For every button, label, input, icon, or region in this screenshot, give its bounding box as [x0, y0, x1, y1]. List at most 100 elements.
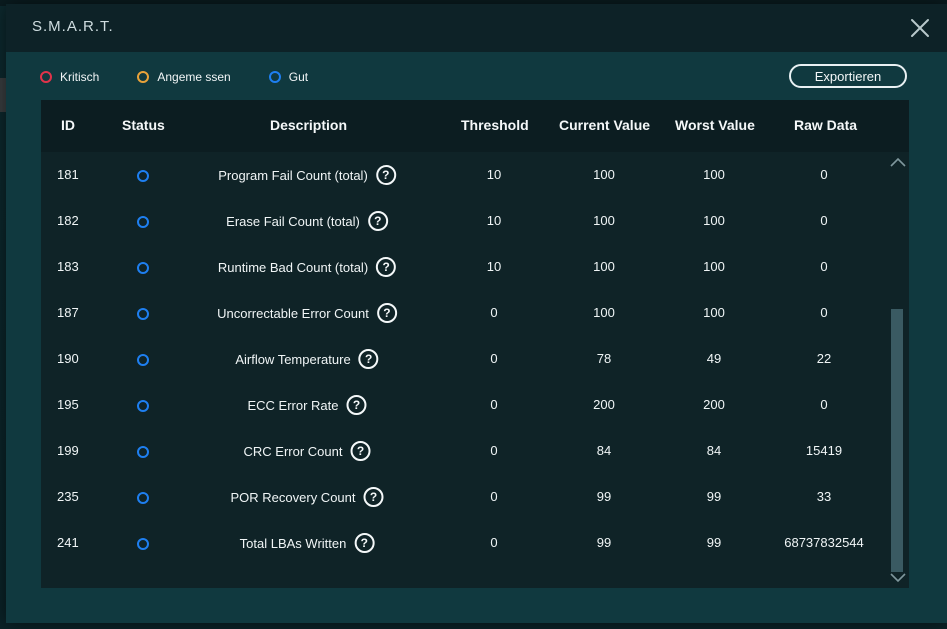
angemessen-dot-icon: [137, 71, 150, 83]
cell-threshold: 0: [490, 535, 498, 550]
legend-label: Angeme ssen: [157, 70, 231, 84]
cell-threshold: 10: [486, 167, 502, 182]
cell-description: Program Fail Count (total) ?: [218, 152, 396, 198]
cell-threshold: 10: [486, 259, 502, 274]
table-row: 195 ECC Error Rate ? 0 200 200 0: [41, 382, 887, 428]
cell-id: 181: [57, 167, 79, 182]
cell-raw-data: 15419: [805, 443, 843, 458]
cell-current-value: 100: [593, 213, 615, 228]
cell-raw-data: 0: [820, 397, 828, 412]
description-text: POR Recovery Count: [230, 489, 356, 505]
dialog-title: S.M.A.R.T.: [32, 18, 114, 35]
chevron-up-icon: [890, 157, 906, 167]
cell-threshold: 0: [490, 443, 498, 458]
cell-worst-value: 100: [703, 305, 725, 320]
cell-worst-value: 200: [703, 397, 725, 412]
cell-id: 195: [57, 397, 79, 412]
scroll-thumb[interactable]: [891, 309, 903, 572]
cell-threshold: 10: [486, 213, 502, 228]
help-icon[interactable]: ?: [376, 303, 397, 323]
help-icon[interactable]: ?: [354, 533, 375, 553]
cell-threshold: 0: [490, 305, 498, 320]
column-header-status: Status: [122, 117, 165, 133]
table-row: 235 POR Recovery Count ? 0 99 99 33: [41, 474, 887, 520]
cell-threshold: 0: [490, 489, 498, 504]
status-legend: Kritisch Angeme ssen Gut: [40, 68, 346, 86]
status-good-icon: [137, 308, 149, 320]
status-good-icon: [137, 262, 149, 274]
gut-dot-icon: [268, 71, 281, 83]
cell-worst-value: 84: [706, 443, 722, 458]
cell-raw-data: 68737832544: [784, 535, 864, 550]
legend-item-gut: Gut: [268, 70, 308, 84]
table-row: 183 Runtime Bad Count (total) ? 10 100 1…: [41, 244, 887, 290]
help-icon[interactable]: ?: [375, 165, 396, 185]
column-header-worst-value: Worst Value: [675, 117, 755, 133]
help-icon[interactable]: ?: [363, 487, 384, 507]
table-row: 181 Program Fail Count (total) ? 10 100 …: [41, 152, 887, 198]
column-header-id: ID: [61, 117, 75, 133]
help-icon[interactable]: ?: [350, 441, 371, 461]
cell-current-value: 100: [593, 167, 615, 182]
cell-worst-value: 100: [703, 259, 725, 274]
cell-id: 235: [57, 489, 79, 504]
cell-raw-data: 0: [820, 213, 828, 228]
cell-current-value: 99: [596, 535, 612, 550]
description-text: Erase Fail Count (total): [226, 213, 360, 229]
smart-table: ID Status Description Threshold Current …: [41, 100, 909, 588]
cell-description: POR Recovery Count ?: [231, 474, 384, 520]
description-text: ECC Error Rate: [247, 397, 339, 413]
cell-worst-value: 49: [706, 351, 722, 366]
cell-current-value: 100: [593, 259, 615, 274]
scroll-up-button[interactable]: [887, 154, 909, 172]
cell-threshold: 0: [490, 397, 498, 412]
cell-threshold: 0: [490, 351, 498, 366]
cell-id: 199: [57, 443, 79, 458]
close-icon: [911, 19, 929, 37]
export-button[interactable]: Exportieren: [789, 64, 907, 88]
cell-description: ECC Error Rate ?: [247, 382, 367, 428]
table-row: 199 CRC Error Count ? 0 84 84 15419: [41, 428, 887, 474]
legend-item-angemessen: Angeme ssen: [137, 70, 231, 84]
help-icon[interactable]: ?: [358, 349, 379, 369]
help-icon[interactable]: ?: [376, 257, 397, 277]
status-good-icon: [137, 170, 149, 182]
cell-current-value: 200: [593, 397, 615, 412]
description-text: CRC Error Count: [243, 443, 343, 459]
status-good-icon: [137, 354, 149, 366]
cell-id: 190: [57, 351, 79, 366]
cell-id: 241: [57, 535, 79, 550]
scroll-down-button[interactable]: [887, 568, 909, 586]
cell-current-value: 84: [596, 443, 612, 458]
chevron-down-icon: [890, 573, 906, 583]
help-icon[interactable]: ?: [346, 395, 367, 415]
cell-description: Erase Fail Count (total) ?: [226, 198, 388, 244]
description-text: Airflow Temperature: [235, 351, 351, 367]
table-scrollbar[interactable]: [887, 152, 909, 588]
cell-raw-data: 0: [820, 259, 828, 274]
cell-id: 182: [57, 213, 79, 228]
status-good-icon: [137, 538, 149, 550]
table-row: 190 Airflow Temperature ? 0 78 49 22: [41, 336, 887, 382]
legend-label: Kritisch: [60, 70, 100, 84]
cell-current-value: 100: [593, 305, 615, 320]
table-row: 182 Erase Fail Count (total) ? 10 100 10…: [41, 198, 887, 244]
table-header: ID Status Description Threshold Current …: [41, 100, 909, 152]
column-header-threshold: Threshold: [461, 117, 529, 133]
cell-current-value: 99: [596, 489, 612, 504]
cell-worst-value: 99: [706, 535, 722, 550]
help-icon[interactable]: ?: [367, 211, 388, 231]
cell-id: 183: [57, 259, 79, 274]
cell-raw-data: 0: [820, 167, 828, 182]
close-button[interactable]: [909, 17, 931, 39]
status-good-icon: [137, 446, 149, 458]
status-good-icon: [137, 492, 149, 504]
cell-description: CRC Error Count ?: [244, 428, 371, 474]
table-row: 241 Total LBAs Written ? 0 99 99 6873783…: [41, 520, 887, 566]
cell-worst-value: 100: [703, 167, 725, 182]
cell-worst-value: 100: [703, 213, 725, 228]
status-good-icon: [137, 400, 149, 412]
cell-worst-value: 99: [706, 489, 722, 504]
cell-id: 187: [57, 305, 79, 320]
cell-description: Airflow Temperature ?: [235, 336, 379, 382]
